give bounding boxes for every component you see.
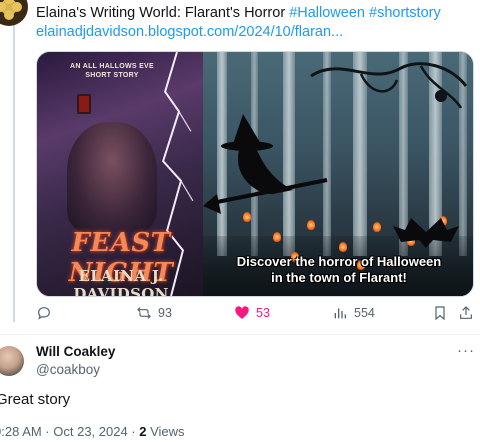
- caption-line-1: Discover the horror of Halloween: [236, 254, 442, 269]
- hashtag-shortstory[interactable]: #shortstory: [369, 5, 441, 21]
- bat-silhouette: [393, 218, 459, 248]
- reply-text: Great story: [0, 391, 71, 408]
- divider: [0, 334, 480, 335]
- tweet-media[interactable]: AN ALL HALLOWS EVE SHORT STORY FEAST NIG…: [36, 51, 474, 297]
- views-count: 554: [354, 306, 375, 320]
- retweet-icon: [137, 307, 151, 319]
- book-cover-image: AN ALL HALLOWS EVE SHORT STORY FEAST NIG…: [37, 52, 203, 296]
- reply-meta: 0:28 AM · Oct 23, 2024 · 2 Views: [0, 424, 185, 439]
- author-avatar[interactable]: [0, 0, 28, 26]
- caption-line-2: in the town of Flarant!: [271, 270, 407, 285]
- media-caption: Discover the horror of Halloween in the …: [207, 254, 471, 286]
- like-count: 53: [256, 306, 270, 320]
- forest-image: Discover the horror of Halloween in the …: [203, 52, 473, 296]
- heart-icon: [235, 306, 249, 319]
- reply-button[interactable]: [36, 305, 52, 321]
- like-button[interactable]: 53: [234, 305, 270, 321]
- reply-icon: [38, 307, 50, 320]
- thread-line: [13, 22, 15, 322]
- tweet-text: Elaina's Writing World: Flarant's Horror…: [36, 4, 476, 42]
- reply-timestamp[interactable]: 0:28 AM · Oct 23, 2024 ·: [0, 424, 139, 439]
- share-button[interactable]: [458, 305, 474, 321]
- cover-top-text: AN ALL HALLOWS EVE SHORT STORY: [70, 63, 154, 79]
- reply-author-name[interactable]: Will Coakley: [36, 344, 115, 359]
- lantern-icon: [77, 94, 91, 114]
- reply-avatar[interactable]: [0, 344, 26, 376]
- bookmark-icon: [435, 306, 445, 321]
- retweet-count: 93: [158, 306, 172, 320]
- hooded-figure: [67, 122, 157, 232]
- witch-silhouette: [203, 114, 328, 214]
- analytics-icon: [334, 308, 346, 319]
- reply-views-label: Views: [146, 424, 185, 439]
- tweet-actions: 93 53 554: [36, 305, 480, 325]
- more-icon[interactable]: ···: [457, 342, 475, 359]
- views-button[interactable]: 554: [332, 305, 375, 321]
- tweet-text-plain: Elaina's Writing World: Flarant's Horror: [36, 5, 290, 21]
- tweet-link[interactable]: elainadjdavidson.blogspot.com/2024/10/fl…: [36, 23, 476, 42]
- bookmark-button[interactable]: [432, 305, 448, 321]
- hashtag-halloween[interactable]: #Halloween: [289, 5, 365, 21]
- retweet-button[interactable]: 93: [136, 305, 172, 321]
- reply-author-handle[interactable]: @coakboy: [36, 362, 100, 377]
- share-icon: [460, 306, 472, 319]
- cover-author: ELAINA J. DAVIDSON: [73, 267, 169, 296]
